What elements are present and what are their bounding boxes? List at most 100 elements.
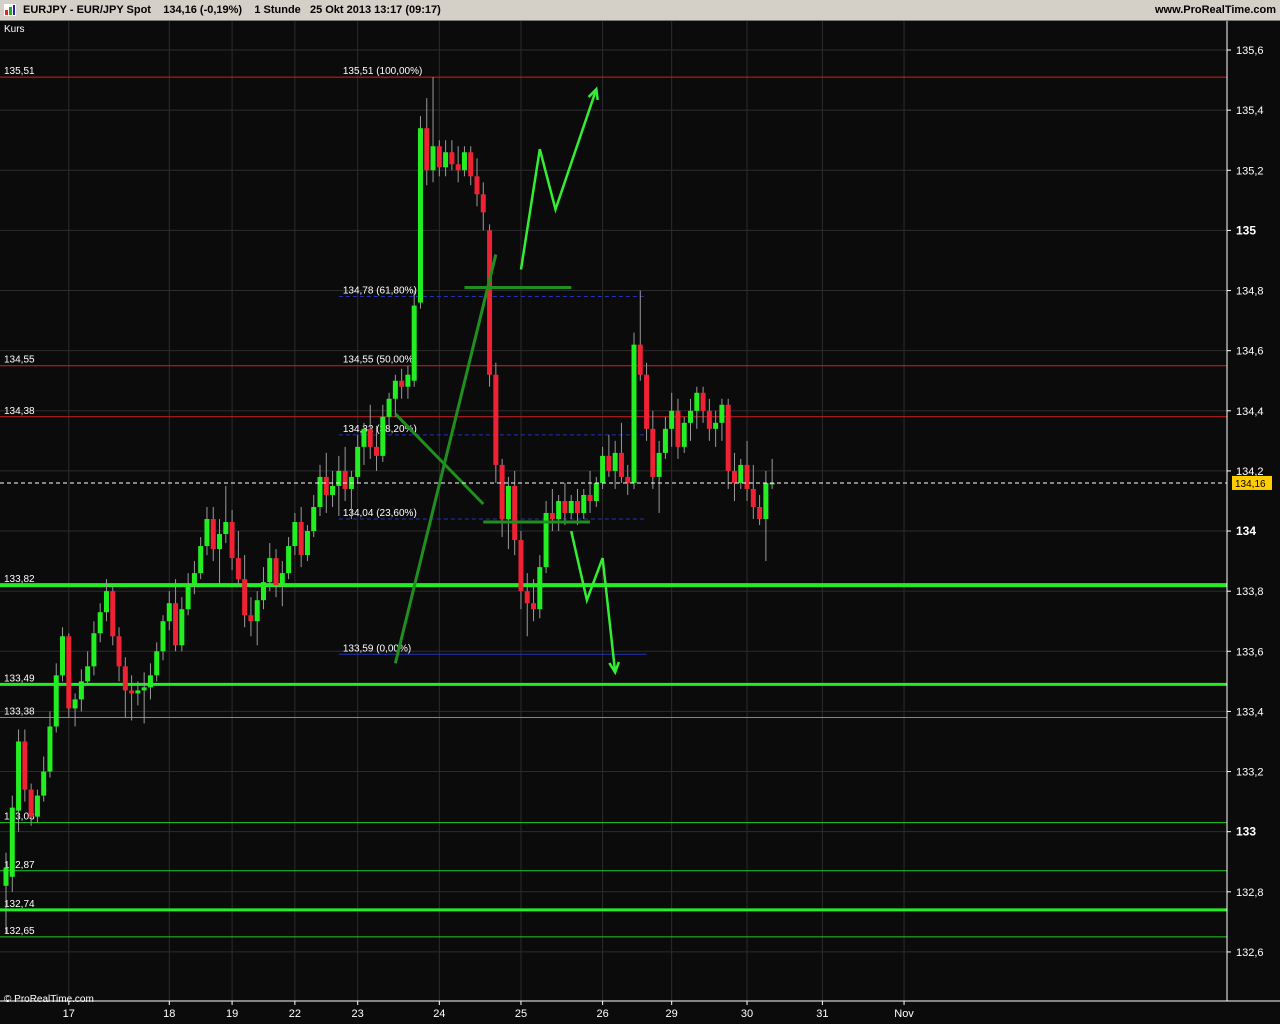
candle-body	[631, 344, 637, 483]
candle-body	[512, 485, 518, 541]
candle-body	[28, 789, 34, 817]
price-tick-label: 135,6	[1236, 45, 1264, 57]
candle-body	[41, 771, 47, 796]
candle	[631, 332, 637, 489]
panel-label: Kurs	[4, 24, 25, 35]
candle-body	[763, 482, 769, 520]
candle-body	[355, 446, 361, 477]
candle-body	[298, 522, 304, 556]
candle-body	[461, 152, 467, 171]
candle-body	[436, 146, 442, 168]
price-tick-label: 133,2	[1236, 767, 1264, 779]
candle-body	[16, 741, 22, 811]
price-chart[interactable]: 135,51 134,55 134,38 133,82 133,49 133,38 133,…	[0, 21, 1280, 1024]
candle-body	[650, 428, 656, 477]
candle-body	[66, 636, 72, 709]
candle-body	[656, 452, 662, 477]
candle-body	[53, 675, 59, 727]
level-label: 132,65	[4, 926, 35, 937]
candle-body	[311, 506, 317, 532]
candle-body	[229, 522, 235, 559]
price-tick-label: 135	[1236, 223, 1256, 237]
candle-body	[242, 579, 248, 616]
candle-body	[330, 485, 336, 495]
candle-body	[593, 482, 599, 501]
candle-body	[417, 128, 423, 303]
candle-body	[374, 446, 380, 456]
time-tick-label: 31	[816, 1008, 828, 1020]
candle-body	[443, 152, 449, 168]
last-price-badge: 134,16	[1232, 475, 1272, 490]
price-tick-label: 134,4	[1236, 406, 1264, 418]
candle-body	[235, 558, 241, 580]
candle-body	[405, 374, 411, 387]
candle-body	[531, 603, 537, 610]
candle-body	[279, 573, 285, 586]
brand-label: www.ProRealTime.com	[1154, 4, 1276, 16]
candle-body	[380, 416, 386, 456]
candle-body	[72, 699, 78, 709]
candle-body	[292, 522, 298, 547]
candle	[110, 585, 116, 646]
price-tick-label: 133	[1236, 825, 1256, 839]
fib-level-label: 134,78 (61,80%)	[343, 286, 417, 297]
candle-body	[750, 488, 756, 507]
time-axis: 17 18 19 22 23 24 25 26 29 30 31 Nov	[0, 1000, 1280, 1024]
candle-body	[260, 582, 266, 601]
candle-body	[154, 651, 160, 676]
candle-body	[644, 374, 650, 429]
candle-body	[392, 380, 398, 399]
candle-body	[688, 410, 694, 423]
level-label: 133,82	[4, 574, 35, 585]
candle-body	[223, 522, 229, 535]
price-tick-label: 132,6	[1236, 947, 1264, 959]
candle	[417, 116, 423, 309]
candle-body	[267, 558, 273, 583]
candle-body	[160, 621, 166, 652]
candle-body	[524, 591, 530, 604]
candle-body	[386, 398, 392, 417]
candle-body	[217, 534, 223, 550]
candle-body	[487, 230, 493, 375]
candle-body	[612, 452, 618, 471]
candle-body	[179, 609, 185, 646]
candle-body	[681, 422, 687, 447]
candle-body	[430, 146, 436, 171]
interval-label: 1 Stunde	[254, 4, 301, 16]
candle-body	[675, 410, 681, 447]
candle-body	[480, 194, 486, 213]
time-axis-bg	[0, 1001, 1280, 1024]
time-tick-label: 18	[163, 1008, 175, 1020]
candle-body	[273, 558, 279, 586]
candle-body	[367, 428, 373, 447]
time-tick-label: 19	[226, 1008, 238, 1020]
candle-body	[34, 795, 40, 817]
candle-body	[606, 455, 612, 471]
candle-body	[424, 128, 430, 171]
candle-body	[135, 690, 141, 694]
time-tick-label: 29	[666, 1008, 678, 1020]
candle-body	[47, 726, 53, 772]
candle-body	[625, 476, 631, 483]
candle-body	[191, 573, 197, 586]
candle-body	[662, 428, 668, 453]
price-tick-label: 134,8	[1236, 286, 1264, 298]
candle-body	[210, 519, 216, 550]
prorealtime-logo-icon	[4, 4, 16, 16]
candle-body	[449, 152, 455, 165]
level-label: 133,38	[4, 706, 35, 717]
title-bar: EURJPY - EUR/JPY Spot 134,16 (-0,19%) 1 …	[0, 0, 1280, 21]
candle	[487, 224, 493, 387]
time-tick-label: Nov	[894, 1008, 914, 1020]
candle-body	[556, 500, 562, 520]
candle-body	[361, 428, 367, 447]
last-price-label: 134,16	[1235, 479, 1266, 490]
candle-body	[254, 600, 260, 622]
candle-body	[505, 485, 511, 520]
candle-body	[317, 476, 323, 507]
candle-body	[757, 506, 763, 520]
candle-body	[85, 666, 91, 682]
candle-body	[474, 176, 480, 195]
quote-label: 134,16 (-0,19%)	[163, 4, 243, 16]
level-label: 132,74	[4, 899, 35, 910]
